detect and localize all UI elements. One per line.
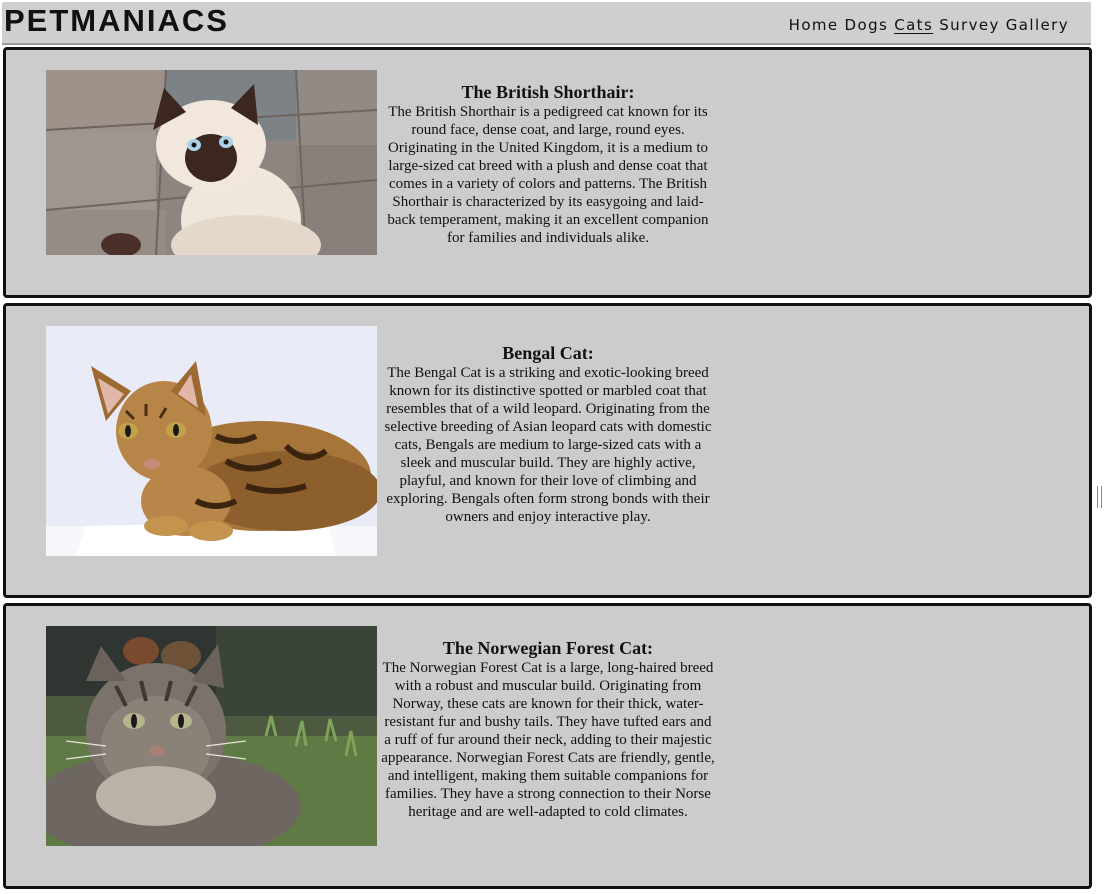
bengal-cat-photo (46, 326, 377, 556)
british-shorthair-photo (46, 70, 377, 255)
nav-link-dogs[interactable]: Dogs (845, 16, 889, 34)
site-logo[interactable]: PETMANIACS (4, 2, 229, 40)
cat-card-british-shorthair: The British Shorthair: The British Short… (3, 47, 1092, 298)
british-shorthair-text: The British Shorthair: The British Short… (380, 82, 716, 247)
main-nav: Home Dogs Cats Survey Gallery (789, 16, 1069, 34)
cat-title: Bengal Cat: (502, 343, 594, 363)
nav-link-gallery[interactable]: Gallery (1006, 16, 1069, 34)
resize-handle[interactable] (1097, 486, 1102, 508)
nav-link-cats[interactable]: Cats (894, 16, 933, 34)
cat-title: The British Shorthair: (461, 82, 635, 102)
bengal-cat-text: Bengal Cat: The Bengal Cat is a striking… (380, 343, 716, 526)
norwegian-forest-cat-photo (46, 626, 377, 846)
cat-description: The Bengal Cat is a striking and exotic-… (384, 365, 712, 525)
nav-link-survey[interactable]: Survey (939, 16, 1000, 34)
norwegian-forest-cat-text: The Norwegian Forest Cat: The Norwegian … (380, 638, 716, 821)
nav-link-home[interactable]: Home (789, 16, 839, 34)
site-header: PETMANIACS Home Dogs Cats Survey Gallery (2, 2, 1091, 45)
cat-title: The Norwegian Forest Cat: (442, 638, 654, 658)
cat-card-norwegian-forest: The Norwegian Forest Cat: The Norwegian … (3, 603, 1092, 889)
cat-card-bengal: Bengal Cat: The Bengal Cat is a striking… (3, 303, 1092, 598)
cat-description: The British Shorthair is a pedigreed cat… (387, 104, 709, 246)
cat-description: The Norwegian Forest Cat is a large, lon… (381, 660, 715, 820)
